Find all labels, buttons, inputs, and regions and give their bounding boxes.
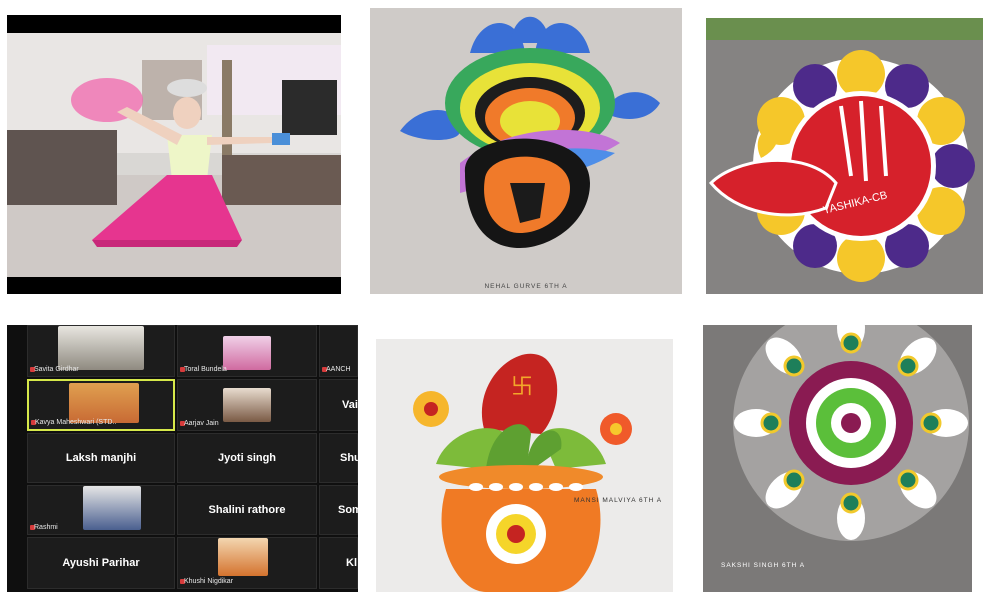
participant-name: Toral Bundela [184, 366, 227, 373]
rangoli-yashika-photo: YASHIKA-CB [706, 18, 983, 294]
participant-name-large: Shalini rathore [208, 504, 286, 516]
participant-tile[interactable]: Khushi Nigdikar [177, 537, 317, 589]
participant-name-large: Jyoti singh [217, 452, 277, 464]
participant-video [223, 336, 271, 370]
participant-name-large: Shu [340, 452, 358, 464]
participant-video [83, 486, 141, 530]
participant-tile[interactable]: Shalini rathore [177, 485, 317, 535]
participant-tile[interactable]: Shu [319, 433, 358, 483]
participant-tile[interactable]: AANCH [319, 325, 358, 377]
participant-name-large: Laksh manjhi [65, 452, 137, 464]
participant-tile[interactable]: Jyoti singh [177, 433, 317, 483]
participant-tile[interactable]: Aarjav Jain [177, 379, 317, 431]
participant-video [223, 388, 271, 422]
participant-name: Kavya Maheshwari (STD.. [35, 419, 117, 426]
participant-tile[interactable]: Laksh manjhi [27, 433, 175, 483]
participant-tile[interactable]: Toral Bundela [177, 325, 317, 377]
participant-name: Khushi Nigdikar [184, 578, 234, 585]
participant-tile-active[interactable]: Kavya Maheshwari (STD.. [27, 379, 175, 431]
svg-text:卐: 卐 [511, 375, 533, 400]
rangoli-sakshi-caption: SAKSHI SINGH 6TH A [721, 562, 805, 569]
participant-tile[interactable]: Ayushi Parihar [27, 537, 175, 589]
rangoli-yashika-image: YASHIKA-CB [706, 18, 983, 294]
rangoli-nehal-photo: NEHAL GURVE 6TH A [370, 8, 682, 294]
rangoli-nehal-caption: NEHAL GURVE 6TH A [484, 283, 567, 290]
dance-photo-image [7, 33, 341, 277]
rangoli-sakshi-photo: SAKSHI SINGH 6TH A [703, 325, 972, 592]
video-call-grid: Savita Girdhar Toral Bundela AANCH Kavya… [7, 325, 358, 592]
participant-tile[interactable]: Som [319, 485, 358, 535]
participant-name: Rashmi [34, 524, 58, 531]
participant-name: Aarjav Jain [184, 420, 219, 427]
participant-name-large: Vais [342, 399, 358, 411]
participant-video [218, 538, 268, 576]
participant-tile[interactable]: Kl [319, 537, 358, 589]
participant-video [58, 326, 144, 370]
participant-name-large: Kl [346, 557, 357, 569]
participant-name: AANCH [326, 366, 351, 373]
rangoli-mansi-photo: 卐 MANSI MALVIYA 6TH A [376, 339, 673, 592]
rangoli-nehal-image: NEHAL GURVE 6TH A [370, 8, 682, 294]
rangoli-mansi-image: 卐 MANSI MALVIYA 6TH A [376, 339, 673, 592]
participant-tile[interactable]: Savita Girdhar [27, 325, 175, 377]
participant-name-large: Ayushi Parihar [62, 557, 140, 569]
rangoli-mansi-caption: MANSI MALVIYA 6TH A [574, 497, 662, 504]
participant-video [69, 383, 139, 423]
participant-tile[interactable]: Vais [319, 379, 358, 431]
participant-name-large: Som [338, 504, 358, 516]
dance-photo [7, 15, 341, 294]
participant-tile[interactable]: Rashmi [27, 485, 175, 535]
participant-name: Savita Girdhar [34, 366, 79, 373]
rangoli-sakshi-image: SAKSHI SINGH 6TH A [703, 325, 972, 592]
